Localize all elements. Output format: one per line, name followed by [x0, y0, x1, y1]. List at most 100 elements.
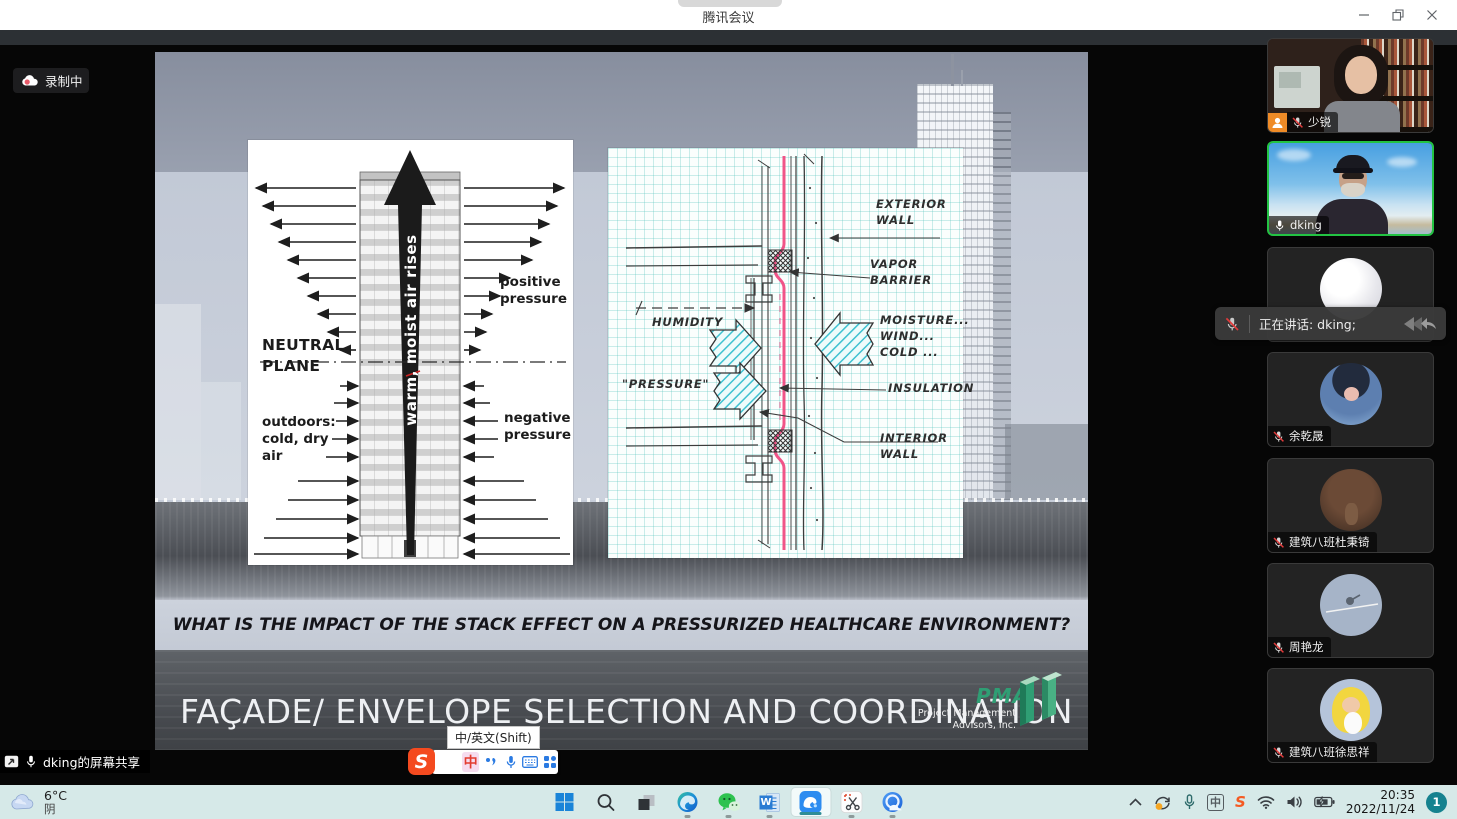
pma-company-name: Project Management Advisors, Inc. — [916, 708, 1016, 732]
mic-muted-icon — [1272, 746, 1285, 759]
shared-slide: WHAT IS THE IMPACT OF THE STACK EFFECT O… — [155, 52, 1088, 750]
neutral-plane-label: NEUTRAL PLANE — [262, 335, 345, 377]
participant-name: 余乾晟 — [1289, 428, 1324, 444]
speaking-toast-text: 正在讲话: dking; — [1250, 314, 1400, 333]
participant-tile-shaorui[interactable]: 少锐 — [1267, 38, 1434, 133]
titlebar: 腾讯会议 — [0, 0, 1457, 30]
avatar — [1320, 574, 1382, 636]
weather-widget[interactable]: 6°C 阴 — [10, 785, 67, 819]
cloud-record-icon — [21, 74, 39, 87]
qq-browser-icon — [882, 791, 904, 813]
wechat-button[interactable] — [708, 785, 749, 819]
ime-toolbar[interactable]: 中 — [432, 750, 558, 774]
tray-language-icon[interactable]: 中 — [1207, 794, 1224, 811]
participant-tile-zhouyanlong[interactable]: 周艳龙 — [1267, 563, 1434, 658]
close-icon[interactable] — [1415, 0, 1449, 30]
interior-wall-label: INTERIOR WALL — [880, 430, 948, 462]
word-button[interactable]: W — [749, 785, 790, 819]
host-badge-icon — [1268, 113, 1287, 132]
recording-label: 录制中 — [45, 71, 83, 90]
participant-name: dking — [1290, 218, 1322, 232]
word-icon: W — [759, 792, 781, 813]
sogou-logo[interactable]: S — [408, 748, 435, 775]
participant-tile-dking[interactable]: dking — [1267, 141, 1434, 236]
edge-browser-button[interactable] — [667, 785, 708, 819]
participant-tile-dubingqi[interactable]: 建筑八班杜秉锜 — [1267, 458, 1434, 553]
word-letter: W — [760, 795, 773, 809]
window-title: 腾讯会议 — [0, 7, 1457, 26]
weather-condition: 阴 — [44, 803, 67, 816]
qq-browser-button[interactable] — [872, 785, 913, 819]
search-icon — [596, 793, 615, 812]
screen-share-indicator: dking的屏幕共享 — [0, 750, 150, 773]
mic-muted-icon — [1224, 316, 1240, 332]
moisture-wind-cold-label: MOISTURE... WIND... COLD ... — [880, 312, 970, 360]
avatar — [1320, 469, 1382, 531]
wechat-icon — [717, 792, 740, 813]
start-button[interactable] — [544, 785, 585, 819]
screen-share-icon — [4, 755, 19, 768]
ime-toolbox-icon[interactable] — [542, 753, 558, 771]
participant-sidebar: 少锐 — [1265, 30, 1457, 785]
question-band: WHAT IS THE IMPACT OF THE STACK EFFECT O… — [155, 600, 1088, 650]
cloudy-weather-icon — [10, 793, 36, 811]
participant-tile-yuqiansheng[interactable]: 余乾晟 — [1267, 352, 1434, 447]
sync-status-icon[interactable] — [1153, 794, 1172, 811]
speaking-toast: 正在讲话: dking; — [1215, 307, 1446, 340]
tray-sogou-icon[interactable]: S — [1235, 793, 1246, 811]
avatar — [1320, 679, 1382, 741]
snipping-tool-button[interactable] — [831, 785, 872, 819]
negative-pressure-label: negative pressure — [504, 410, 571, 444]
ime-lang-toggle[interactable]: 中 — [462, 752, 479, 772]
mic-muted-icon — [1272, 536, 1285, 549]
stack-effect-diagram: warm, moist air rises positive pressure … — [248, 140, 573, 565]
wifi-icon[interactable] — [1257, 795, 1275, 809]
tray-clock[interactable]: 20:35 2022/11/24 — [1346, 788, 1415, 816]
battery-icon[interactable] — [1314, 796, 1335, 808]
ime-tooltip: 中/英文(Shift) — [447, 726, 540, 749]
volume-icon[interactable] — [1286, 795, 1303, 809]
insulation-label: INSULATION — [888, 380, 974, 396]
slide-question: WHAT IS THE IMPACT OF THE STACK EFFECT O… — [173, 615, 1070, 635]
tencent-meeting-button[interactable] — [790, 787, 831, 817]
ime-punctuation-icon[interactable] — [483, 753, 499, 771]
positive-pressure-label: positive pressure — [500, 274, 567, 308]
toast-action-icons[interactable] — [1400, 315, 1446, 333]
ime-keyboard-icon[interactable] — [522, 753, 538, 771]
recording-indicator[interactable]: 录制中 — [13, 68, 89, 93]
windows-taskbar: 6°C 阴 — [0, 785, 1457, 819]
notification-count-badge[interactable]: 1 — [1426, 792, 1447, 813]
snipping-tool-icon — [841, 791, 863, 813]
meeting-window: 录制中 WHAT IS THE IMPACT OF THE STACK EFFE… — [0, 30, 1457, 785]
meeting-top-strip — [0, 30, 1457, 45]
pma-columns-icon — [1016, 670, 1068, 728]
tray-date: 2022/11/24 — [1346, 802, 1415, 816]
task-view-button[interactable] — [626, 785, 667, 819]
outdoors-label: outdoors: cold, dry air — [262, 414, 336, 465]
avatar — [1320, 363, 1382, 425]
task-view-icon — [637, 792, 657, 812]
humidity-label: HUMIDITY — [652, 314, 723, 330]
ime-voice-icon[interactable] — [503, 753, 519, 771]
mic-muted-icon — [1272, 430, 1285, 443]
tray-expand-chevron[interactable] — [1129, 798, 1142, 806]
participant-tile-xusixiang[interactable]: 建筑八班徐思祥 — [1267, 668, 1434, 763]
screen-share-label: dking的屏幕共享 — [43, 752, 140, 771]
mic-icon — [25, 755, 37, 768]
participant-name: 建筑八班杜秉锜 — [1289, 534, 1370, 550]
screen: 腾讯会议 录制中 — [0, 0, 1457, 819]
vapor-barrier-label: VAPOR BARRIER — [870, 256, 932, 288]
search-button[interactable] — [585, 785, 626, 819]
restore-icon[interactable] — [1381, 0, 1415, 30]
participant-name: 周艳龙 — [1289, 639, 1324, 655]
weather-temp: 6°C — [44, 789, 67, 803]
participant-name: 建筑八班徐思祥 — [1289, 744, 1370, 760]
tray-mic-icon[interactable] — [1183, 794, 1196, 810]
tencent-meeting-icon — [799, 790, 823, 814]
titlebar-tab — [678, 0, 782, 7]
participant-name: 少锐 — [1308, 114, 1331, 130]
mic-muted-icon — [1291, 116, 1304, 129]
minimize-icon[interactable] — [1347, 0, 1381, 30]
stack-arrow-label: warm, moist air rises — [402, 234, 420, 425]
tray-time: 20:35 — [1346, 788, 1415, 802]
